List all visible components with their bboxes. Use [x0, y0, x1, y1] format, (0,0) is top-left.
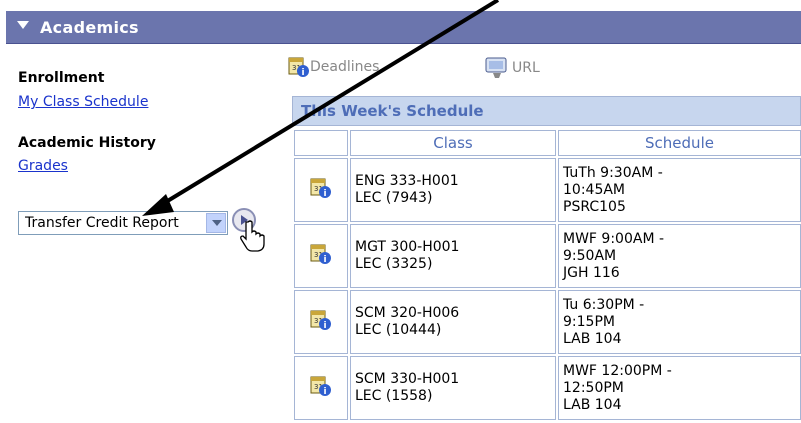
annotation-arrow	[142, 0, 500, 216]
